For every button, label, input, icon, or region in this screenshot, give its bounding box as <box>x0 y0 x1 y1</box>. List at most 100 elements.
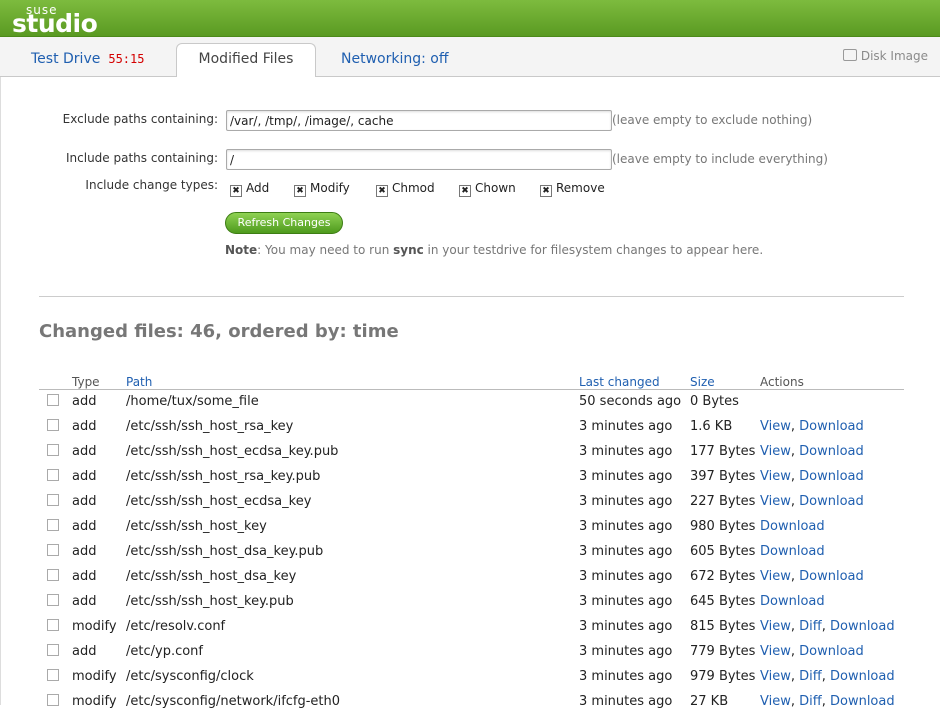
action-separator: , <box>821 619 830 634</box>
action-download-link[interactable]: Download <box>830 619 895 634</box>
column-header-path[interactable]: Path <box>126 375 152 389</box>
disk-image-button[interactable]: Disk Image <box>842 49 928 63</box>
row-select-checkbox[interactable] <box>47 494 59 506</box>
action-download-link[interactable]: Download <box>799 419 864 434</box>
top-bar: SUSE studio <box>0 0 940 38</box>
column-header-size[interactable]: Size <box>690 375 715 389</box>
checkbox-checked-icon: ✖ <box>540 185 552 197</box>
action-view-link[interactable]: View <box>760 569 791 584</box>
action-view-link[interactable]: View <box>760 644 791 659</box>
action-download-link[interactable]: Download <box>830 669 895 684</box>
action-download-link[interactable]: Download <box>799 469 864 484</box>
action-diff-link[interactable]: Diff <box>799 619 822 634</box>
action-download-link[interactable]: Download <box>799 569 864 584</box>
action-download-link[interactable]: Download <box>799 444 864 459</box>
cell-type: modify <box>72 694 117 709</box>
cell-type: add <box>72 544 97 559</box>
change-type-modify-checkbox[interactable]: ✖ Modify <box>294 181 350 197</box>
row-select-checkbox[interactable] <box>47 669 59 681</box>
row-select-checkbox[interactable] <box>47 694 59 706</box>
cell-size: 27 KB <box>690 694 729 709</box>
cell-size: 177 Bytes <box>690 444 756 459</box>
cell-last-changed: 3 minutes ago <box>579 419 673 434</box>
refresh-changes-button[interactable]: Refresh Changes <box>225 212 343 234</box>
cell-actions: Download <box>760 544 825 559</box>
tab-test-drive[interactable]: Test Drive 55:15 <box>31 37 144 75</box>
cell-type: add <box>72 469 97 484</box>
row-select-checkbox[interactable] <box>47 569 59 581</box>
note-prefix: : You may need to run <box>257 243 394 257</box>
action-view-link[interactable]: View <box>760 444 791 459</box>
cell-actions: View, Diff, Download <box>760 694 895 709</box>
cell-actions: View, Download <box>760 419 864 434</box>
row-select-checkbox[interactable] <box>47 394 59 406</box>
action-download-link[interactable]: Download <box>799 644 864 659</box>
action-separator: , <box>790 669 800 684</box>
cell-last-changed: 3 minutes ago <box>579 469 673 484</box>
cell-last-changed: 3 minutes ago <box>579 444 673 459</box>
action-view-link[interactable]: View <box>760 669 791 684</box>
cell-path: /etc/ssh/ssh_host_ecdsa_key.pub <box>126 444 339 459</box>
cell-actions: View, Download <box>760 444 864 459</box>
action-diff-link[interactable]: Diff <box>799 669 822 684</box>
action-view-link[interactable]: View <box>760 619 791 634</box>
cell-path: /etc/ssh/ssh_host_key.pub <box>126 594 294 609</box>
tab-modified-files[interactable]: Modified Files <box>176 43 316 78</box>
change-type-modify-label: Modify <box>310 181 350 195</box>
change-type-chmod-checkbox[interactable]: ✖ Chmod <box>376 181 435 197</box>
column-header-last-changed[interactable]: Last changed <box>579 375 660 389</box>
row-select-checkbox[interactable] <box>47 444 59 456</box>
cell-last-changed: 3 minutes ago <box>579 544 673 559</box>
cell-last-changed: 3 minutes ago <box>579 619 673 634</box>
cell-last-changed: 3 minutes ago <box>579 694 673 709</box>
action-download-link[interactable]: Download <box>830 694 895 709</box>
cell-actions: View, Download <box>760 494 864 509</box>
cell-size: 0 Bytes <box>690 394 739 409</box>
cell-path: /etc/ssh/ssh_host_key <box>126 519 267 534</box>
action-download-link[interactable]: Download <box>799 494 864 509</box>
note-suffix: in your testdrive for filesystem changes… <box>423 243 764 257</box>
row-select-checkbox[interactable] <box>47 469 59 481</box>
action-download-link[interactable]: Download <box>760 544 825 559</box>
action-separator: , <box>790 694 800 709</box>
include-paths-input[interactable] <box>226 149 612 170</box>
action-view-link[interactable]: View <box>760 494 791 509</box>
action-download-link[interactable]: Download <box>760 519 825 534</box>
row-select-checkbox[interactable] <box>47 594 59 606</box>
change-type-add-checkbox[interactable]: ✖ Add <box>230 181 269 197</box>
cell-actions: Download <box>760 594 825 609</box>
action-diff-link[interactable]: Diff <box>799 694 822 709</box>
exclude-paths-input[interactable] <box>226 110 612 131</box>
cell-actions: View, Download <box>760 644 864 659</box>
table-row: add/etc/ssh/ssh_host_rsa_key.pub 3 minute… <box>39 469 904 494</box>
action-view-link[interactable]: View <box>760 419 791 434</box>
cell-last-changed: 50 seconds ago <box>579 394 682 409</box>
change-type-remove-checkbox[interactable]: ✖ Remove <box>540 181 605 197</box>
cell-type: add <box>72 519 97 534</box>
action-view-link[interactable]: View <box>760 694 791 709</box>
action-view-link[interactable]: View <box>760 469 791 484</box>
row-select-checkbox[interactable] <box>47 544 59 556</box>
row-select-checkbox[interactable] <box>47 419 59 431</box>
cell-size: 980 Bytes <box>690 519 756 534</box>
cell-actions: View, Diff, Download <box>760 669 895 684</box>
change-type-chown-checkbox[interactable]: ✖ Chown <box>459 181 516 197</box>
action-download-link[interactable]: Download <box>760 594 825 609</box>
row-select-checkbox[interactable] <box>47 519 59 531</box>
cell-path: /home/tux/some_file <box>126 394 259 409</box>
table-row: modify/etc/sysconfig/network/ifcfg-eth0 3… <box>39 694 904 719</box>
cell-actions: Download <box>760 519 825 534</box>
row-select-checkbox[interactable] <box>47 644 59 656</box>
action-separator: , <box>790 494 800 509</box>
action-separator: , <box>790 569 800 584</box>
cell-type: modify <box>72 669 117 684</box>
cell-type: add <box>72 419 97 434</box>
cell-path: /etc/resolv.conf <box>126 619 226 634</box>
tab-networking[interactable]: Networking: off <box>341 37 448 75</box>
cell-size: 1.6 KB <box>690 419 733 434</box>
testdrive-tab-bar: Test Drive 55:15 Modified Files Networkin… <box>0 37 940 78</box>
cell-type: modify <box>72 619 117 634</box>
cell-last-changed: 3 minutes ago <box>579 519 673 534</box>
row-select-checkbox[interactable] <box>47 619 59 631</box>
cell-last-changed: 3 minutes ago <box>579 569 673 584</box>
